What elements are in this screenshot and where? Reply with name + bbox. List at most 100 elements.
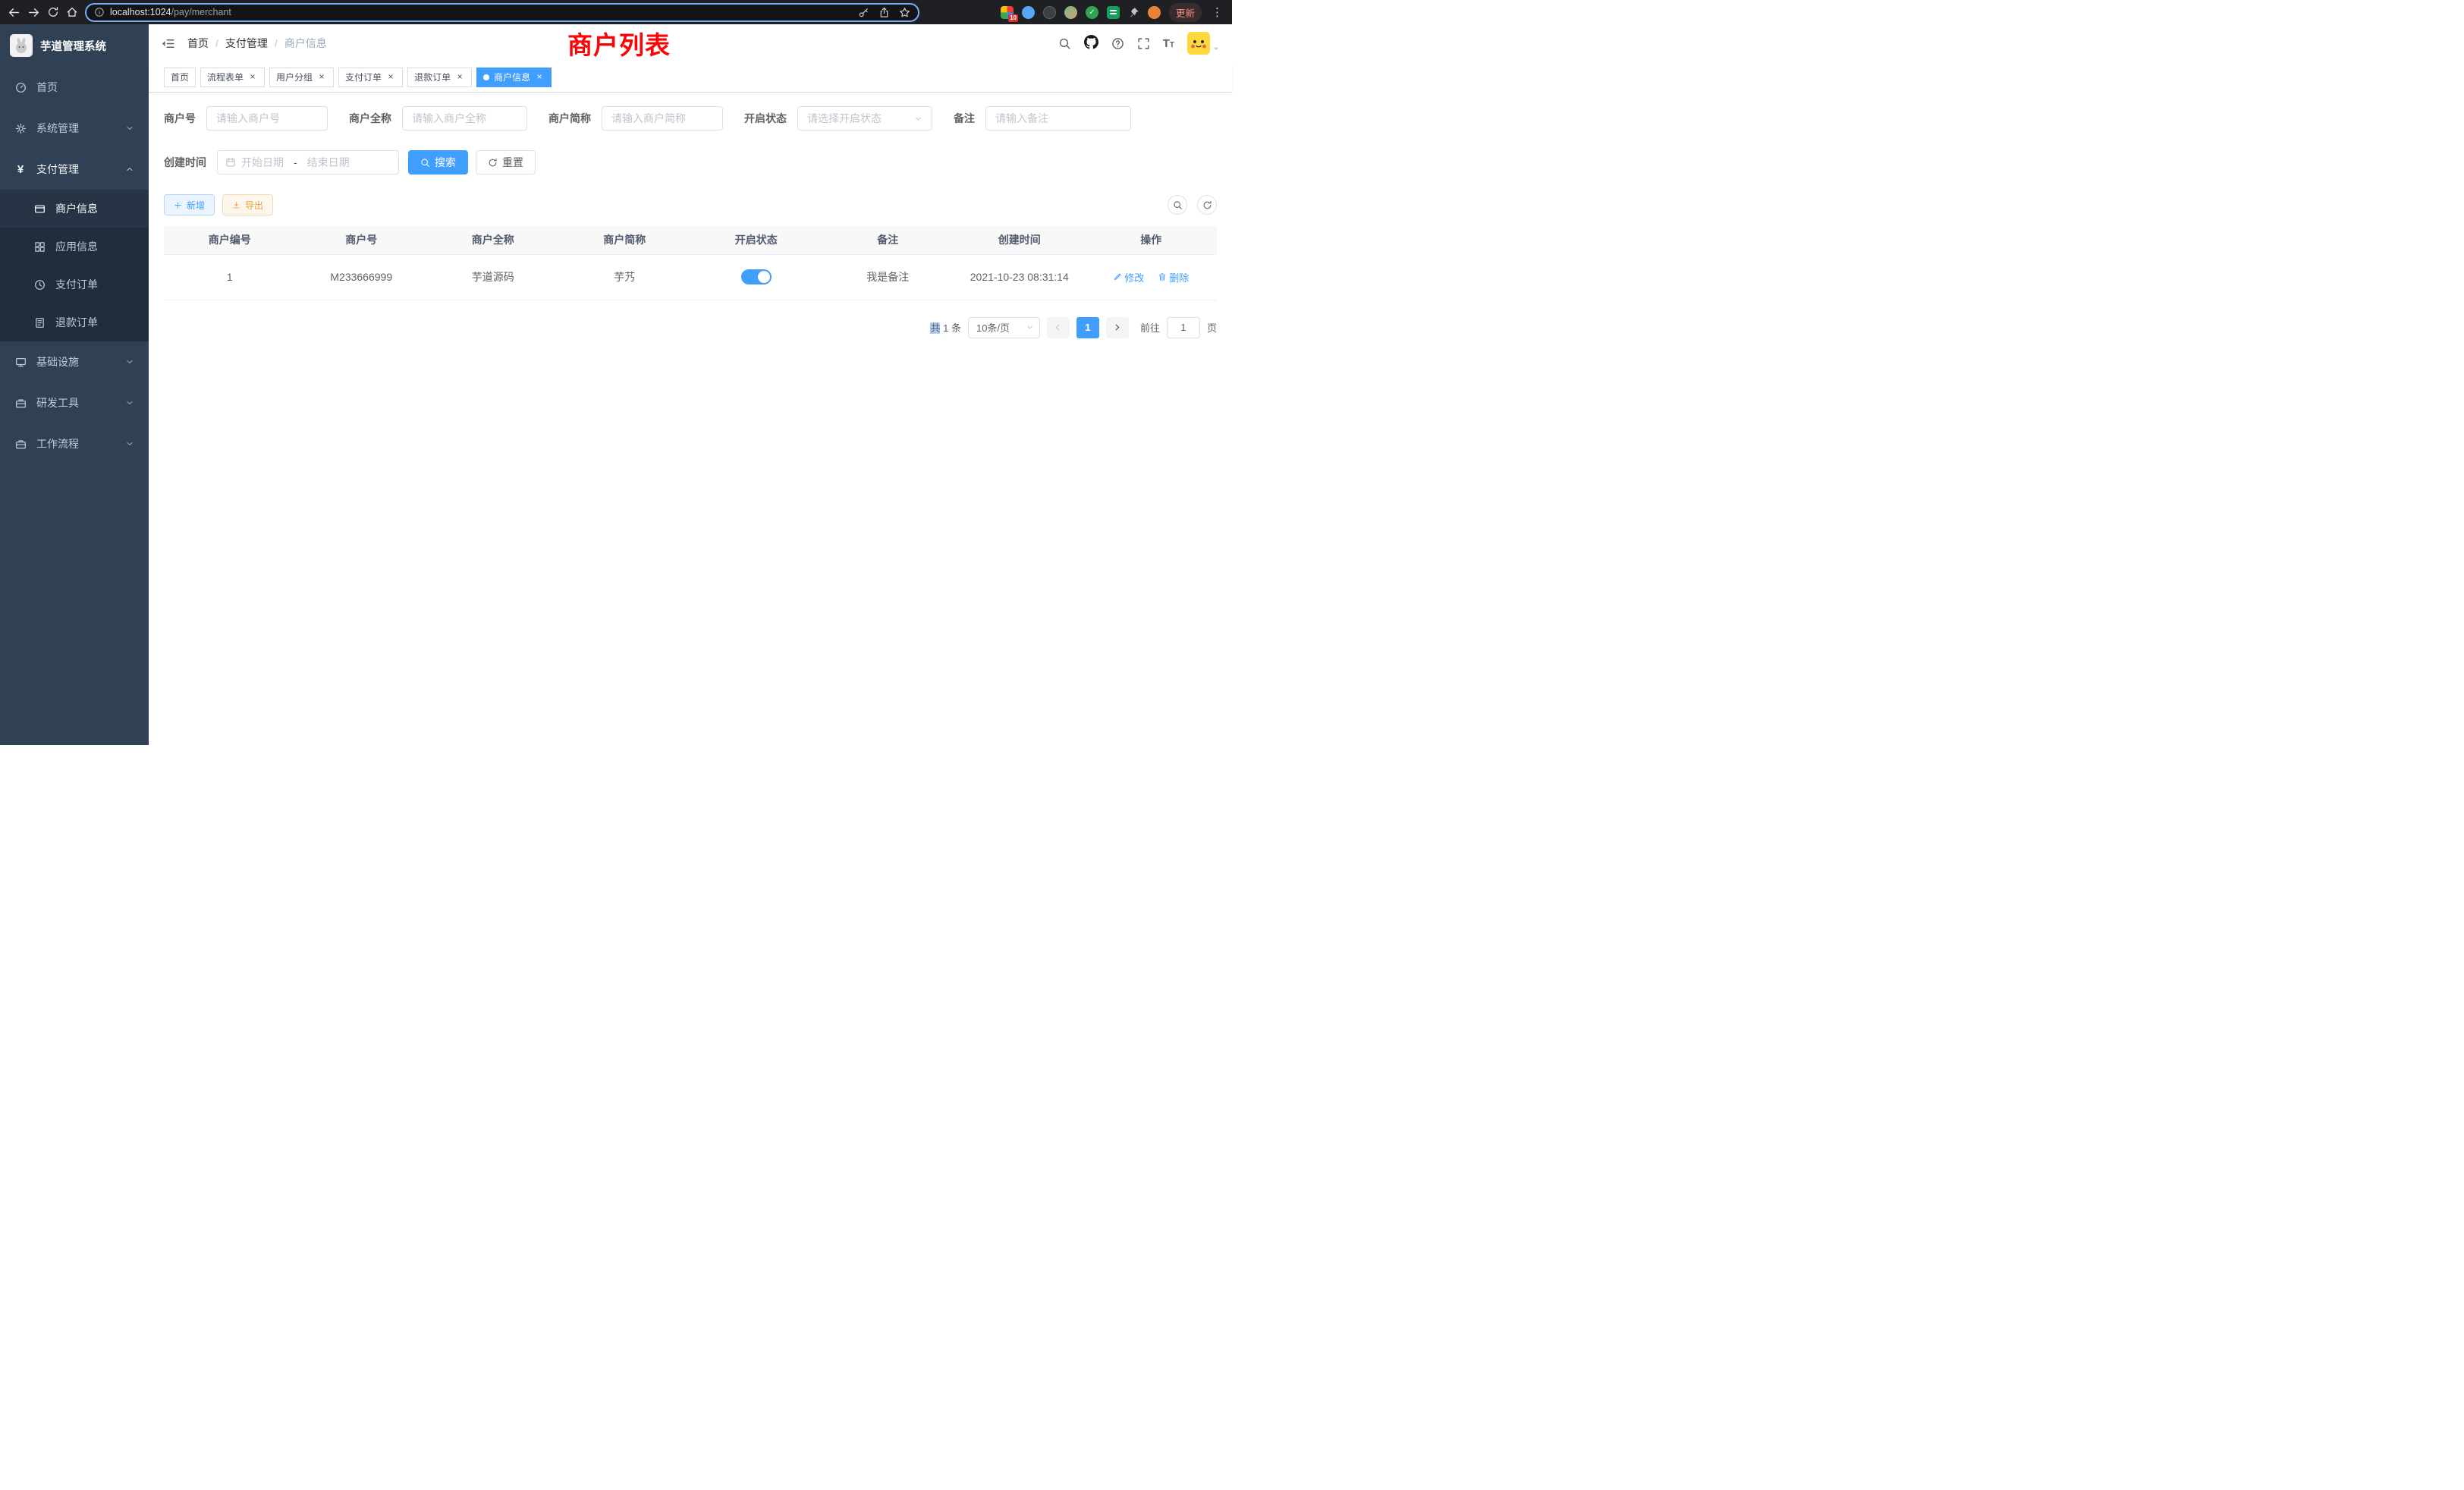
- cell-actions: 修改 删除: [1086, 254, 1218, 300]
- short-name-label: 商户简称: [548, 111, 591, 126]
- browser-menu-icon[interactable]: ⋮: [1210, 5, 1224, 19]
- reset-button[interactable]: 重置: [476, 150, 536, 174]
- sidebar-item-payment-orders[interactable]: 支付订单: [0, 266, 149, 303]
- extension-blue-icon[interactable]: [1022, 6, 1035, 19]
- sidebar-item-app-info[interactable]: 应用信息: [0, 228, 149, 266]
- search-icon[interactable]: [1058, 37, 1071, 50]
- chevron-down-icon: [125, 124, 134, 133]
- share-icon[interactable]: [878, 7, 890, 18]
- cell-merchant-no: M233666999: [296, 254, 428, 300]
- short-name-input[interactable]: [602, 106, 723, 130]
- page-number-button[interactable]: 1: [1076, 317, 1099, 338]
- search-button[interactable]: 搜索: [408, 150, 468, 174]
- user-avatar[interactable]: [1187, 32, 1220, 55]
- sidebar-item-label: 支付管理: [36, 162, 79, 177]
- tab-close-icon[interactable]: ×: [534, 72, 545, 83]
- full-name-label: 商户全称: [349, 111, 391, 126]
- address-bar[interactable]: localhost:1024/pay/merchant: [85, 3, 919, 22]
- breadcrumb-item-home[interactable]: 首页: [187, 36, 209, 51]
- browser-update-button[interactable]: 更新: [1169, 3, 1202, 22]
- sidebar-item-home[interactable]: 首页: [0, 67, 149, 108]
- add-button[interactable]: 新增: [164, 194, 215, 215]
- create-time-range-picker[interactable]: 开始日期 - 结束日期: [217, 150, 399, 174]
- tab-close-icon[interactable]: ×: [454, 72, 465, 83]
- help-icon[interactable]: [1111, 37, 1124, 50]
- edit-link[interactable]: 修改: [1113, 270, 1144, 284]
- extension-colorful-icon[interactable]: 10: [1001, 6, 1014, 19]
- tab-user-group[interactable]: 用户分组×: [269, 68, 334, 87]
- next-page-button[interactable]: [1106, 317, 1129, 338]
- pagination-total: 共 1 条: [930, 320, 961, 335]
- sidebar-item-payment[interactable]: ¥ 支付管理: [0, 149, 149, 190]
- browser-back-icon[interactable]: [8, 6, 20, 19]
- tab-close-icon[interactable]: ×: [385, 72, 396, 83]
- url-path: /pay/merchant: [171, 7, 231, 17]
- goto-page-input[interactable]: [1167, 317, 1200, 338]
- extension-dark-icon[interactable]: [1043, 6, 1056, 19]
- sidebar-item-label: 工作流程: [36, 436, 79, 451]
- cell-full-name: 芋道源码: [427, 254, 559, 300]
- sidebar-fold-icon[interactable]: [161, 36, 175, 51]
- pagination: 共 1 条 10条/页 1 前往 页: [164, 317, 1217, 338]
- sidebar-item-label: 研发工具: [36, 395, 79, 410]
- font-size-icon[interactable]: TT: [1163, 38, 1174, 49]
- chevron-up-icon: [125, 165, 134, 174]
- sidebar-item-workflow[interactable]: 工作流程: [0, 423, 149, 464]
- dashboard-icon: [14, 82, 27, 93]
- tab-close-icon[interactable]: ×: [316, 72, 327, 83]
- extension-pin-icon[interactable]: [1128, 7, 1139, 18]
- tab-home[interactable]: 首页: [164, 68, 196, 87]
- github-icon[interactable]: [1084, 35, 1098, 52]
- export-button-label: 导出: [245, 199, 263, 212]
- prev-page-button[interactable]: [1047, 317, 1070, 338]
- bookmark-star-icon[interactable]: [899, 7, 910, 18]
- breadcrumb-item-payment[interactable]: 支付管理: [225, 36, 268, 51]
- browser-reload-icon[interactable]: [47, 6, 59, 18]
- top-navbar: 首页 / 支付管理 / 商户信息 商户列表 TT: [149, 24, 1232, 62]
- status-select[interactable]: 请选择开启状态: [797, 106, 932, 130]
- extension-green-circle-icon[interactable]: ✓: [1086, 6, 1098, 19]
- sidebar-item-system[interactable]: 系统管理: [0, 108, 149, 149]
- create-time-label: 创建时间: [164, 155, 206, 170]
- sidebar-item-infrastructure[interactable]: 基础设施: [0, 341, 149, 382]
- password-key-icon[interactable]: [858, 7, 869, 18]
- remark-input[interactable]: [985, 106, 1131, 130]
- date-end-placeholder: 结束日期: [307, 155, 350, 170]
- table-header-row: 商户编号 商户号 商户全称 商户简称 开启状态 备注 创建时间 操作: [164, 226, 1217, 254]
- sidebar-item-label: 系统管理: [36, 121, 79, 136]
- tab-refund-orders[interactable]: 退款订单×: [407, 68, 472, 87]
- site-info-icon[interactable]: [94, 7, 105, 17]
- merchant-no-input[interactable]: [206, 106, 328, 130]
- breadcrumb-item-current: 商户信息: [284, 36, 327, 51]
- extension-green-doc-icon[interactable]: [1107, 6, 1120, 19]
- tab-close-icon[interactable]: ×: [247, 72, 258, 83]
- tab-merchant-info[interactable]: 商户信息×: [476, 68, 552, 87]
- extension-orange-avatar-icon[interactable]: [1148, 6, 1161, 19]
- show-search-toggle-button[interactable]: [1168, 195, 1187, 215]
- sidebar-item-refund-orders[interactable]: 退款订单: [0, 303, 149, 341]
- breadcrumb: 首页 / 支付管理 / 商户信息: [187, 36, 327, 51]
- pagination-total-suffix: 条: [951, 322, 961, 334]
- tab-process-form[interactable]: 流程表单×: [200, 68, 265, 87]
- delete-link[interactable]: 删除: [1158, 270, 1189, 284]
- tab-payment-orders[interactable]: 支付订单×: [338, 68, 403, 87]
- export-button[interactable]: 导出: [222, 194, 273, 215]
- browser-forward-icon[interactable]: [27, 6, 40, 19]
- extension-avatar-icon[interactable]: [1064, 6, 1077, 19]
- browser-home-icon[interactable]: [66, 6, 78, 18]
- clock-icon: [33, 279, 46, 291]
- workflow-icon: [14, 439, 27, 450]
- url-host: localhost:1024: [110, 7, 171, 17]
- sidebar-item-dev-tools[interactable]: 研发工具: [0, 382, 149, 423]
- page-size-select[interactable]: 10条/页: [968, 317, 1040, 338]
- sidebar-item-merchant-info[interactable]: 商户信息: [0, 190, 149, 228]
- fullscreen-icon[interactable]: [1137, 37, 1150, 50]
- status-label: 开启状态: [744, 111, 787, 126]
- merchant-table: 商户编号 商户号 商户全称 商户简称 开启状态 备注 创建时间 操作 1 M23…: [164, 226, 1217, 300]
- status-toggle[interactable]: [741, 269, 772, 284]
- gear-icon: [14, 123, 27, 134]
- pagination-total-count: 1: [943, 322, 948, 334]
- refresh-table-button[interactable]: [1197, 195, 1217, 215]
- full-name-input[interactable]: [402, 106, 527, 130]
- calendar-icon: [225, 157, 236, 168]
